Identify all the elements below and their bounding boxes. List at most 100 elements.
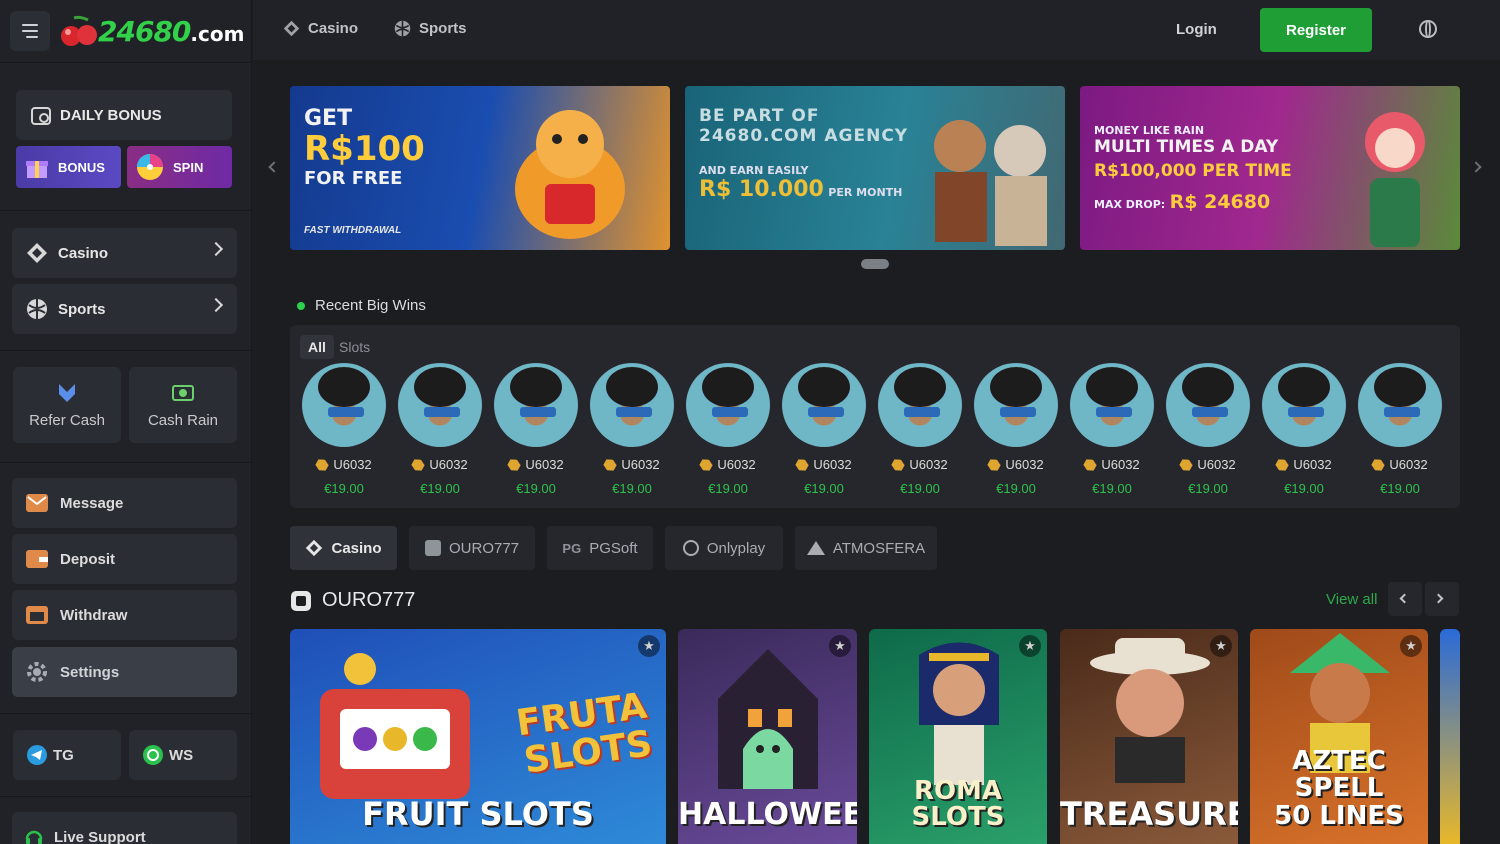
favorite-star-icon[interactable]: ★	[1019, 635, 1041, 657]
withdraw-label: Withdraw	[60, 606, 128, 624]
carousel-pager[interactable]	[861, 259, 889, 269]
globe-icon[interactable]	[1419, 20, 1437, 38]
sidebar-item-deposit[interactable]: Deposit	[12, 534, 237, 584]
cash-rain-tile[interactable]: Cash Rain	[129, 367, 237, 443]
sidebar-item-casino[interactable]: Casino	[12, 228, 237, 278]
register-button[interactable]: Register	[1260, 8, 1372, 52]
whatsapp-icon	[143, 745, 163, 765]
provider-tab-label: Onlyplay	[706, 539, 766, 557]
big-win-item[interactable]: U6032 €19.00	[685, 363, 771, 496]
whatsapp-label: WS	[169, 746, 194, 764]
sidebar-item-settings[interactable]: Settings	[12, 647, 237, 697]
game-card-fruit-slots[interactable]: FRUTA SLOTS FRUIT SLOTS ★	[290, 629, 666, 844]
promo-banner-3[interactable]: MONEY LIKE RAIN MULTI TIMES A DAY R$100,…	[1080, 86, 1460, 250]
promo-banner-1[interactable]: GET R$100 FOR FREE FAST WITHDRAWAL	[290, 86, 670, 250]
message-label: Message	[60, 494, 124, 512]
girl-illustration	[1365, 112, 1425, 247]
game-card-halloween[interactable]: HALLOWEEN ★	[678, 629, 857, 844]
favorite-star-icon[interactable]: ★	[1400, 635, 1422, 657]
game-card-partial[interactable]	[1440, 629, 1460, 844]
site-logo[interactable]: 24680.com	[60, 14, 244, 48]
settings-label: Settings	[60, 663, 120, 681]
avatar	[878, 363, 962, 447]
coin-icon	[1178, 456, 1194, 472]
provider-tab-onlyplay[interactable]: Onlyplay	[665, 526, 783, 570]
win-amount: €19.00	[420, 481, 460, 496]
cherry-icon	[61, 15, 97, 46]
live-support-button[interactable]: Live Support	[12, 812, 237, 844]
ouro777-icon	[424, 540, 441, 556]
game-card-aztec-spell[interactable]: AZTEC SPELL 50 LINES ★	[1250, 629, 1428, 844]
topnav-casino[interactable]: Casino	[283, 20, 358, 37]
game-title: TREASURE	[1060, 795, 1238, 833]
whatsapp-button[interactable]: WS	[129, 730, 237, 780]
big-win-item[interactable]: U6032 €19.00	[301, 363, 387, 496]
refer-cash-label: Refer Cash	[29, 411, 105, 429]
casino-icon	[27, 243, 47, 263]
favorite-star-icon[interactable]: ★	[1210, 635, 1232, 657]
daily-bonus-button[interactable]: DAILY BONUS	[16, 90, 232, 140]
tiger-illustration	[515, 110, 625, 239]
coin-icon	[1082, 456, 1098, 472]
big-win-item[interactable]: U6032 €19.00	[493, 363, 579, 496]
favorite-star-icon[interactable]: ★	[829, 635, 851, 657]
casino-icon	[283, 20, 300, 37]
sidebar: 24680.com DAILY BONUS BONUS SPIN Casino …	[0, 0, 252, 844]
win-amount: €19.00	[996, 481, 1036, 496]
deposit-label: Deposit	[60, 550, 116, 568]
game-card-roma-slots[interactable]: ROMA SLOTS ★	[869, 629, 1047, 844]
big-win-item[interactable]: U6032 €19.00	[1261, 363, 1347, 496]
big-win-item[interactable]: U6032 €19.00	[1357, 363, 1443, 496]
big-win-item[interactable]: U6032 €19.00	[781, 363, 867, 496]
sidebar-item-sports[interactable]: Sports	[12, 284, 237, 334]
wins-tab-slots[interactable]: Slots	[331, 335, 378, 359]
big-win-item[interactable]: U6032 €19.00	[589, 363, 675, 496]
win-user: U6032	[1357, 457, 1443, 472]
live-support-label: Live Support	[54, 828, 146, 844]
provider-tab-casino[interactable]: Casino	[290, 526, 397, 570]
menu-icon[interactable]	[10, 11, 50, 51]
provider-tab-atmosfera[interactable]: ATMOSFERA	[795, 526, 937, 570]
banner-text: FAST WITHDRAWAL	[304, 225, 402, 236]
game-card-treasure[interactable]: TREASURE ★	[1060, 629, 1238, 844]
login-button[interactable]: Login	[1176, 21, 1217, 38]
big-win-item[interactable]: U6032 €19.00	[1069, 363, 1155, 496]
topnav-sports[interactable]: Sports	[394, 20, 467, 37]
spin-button[interactable]: SPIN	[127, 146, 232, 188]
sidebar-header: 24680.com	[0, 0, 251, 62]
games-next-button[interactable]	[1425, 582, 1459, 616]
sidebar-item-withdraw[interactable]: Withdraw	[12, 590, 237, 640]
cleopatra-illustration	[919, 642, 999, 785]
promo-banner-2[interactable]: BE PART OF 24680.COM AGENCY AND EARN EAS…	[685, 86, 1065, 250]
provider-tab-pgsoft[interactable]: PG PGSoft	[547, 526, 653, 570]
carousel-prev-icon[interactable]	[268, 161, 280, 173]
gear-icon	[27, 662, 47, 682]
refer-cash-tile[interactable]: Refer Cash	[13, 367, 121, 443]
big-win-item[interactable]: U6032 €19.00	[1165, 363, 1251, 496]
gift-icon	[26, 161, 48, 178]
gods-illustration	[934, 120, 1047, 246]
view-all-link[interactable]: View all	[1326, 591, 1377, 608]
big-win-item[interactable]: U6032 €19.00	[397, 363, 483, 496]
coin-icon	[1370, 456, 1386, 472]
topnav-casino-label: Casino	[308, 20, 359, 37]
telegram-button[interactable]: TG	[13, 730, 121, 780]
bonus-button[interactable]: BONUS	[16, 146, 121, 188]
provider-tab-ouro777[interactable]: OURO777	[409, 526, 535, 570]
wins-tab-all[interactable]: All	[300, 335, 334, 359]
divider	[0, 62, 252, 63]
big-win-item[interactable]: U6032 €19.00	[973, 363, 1059, 496]
provider-tab-label: OURO777	[448, 539, 520, 557]
favorite-star-icon[interactable]: ★	[638, 635, 660, 657]
sidebar-item-message[interactable]: Message	[12, 478, 237, 528]
big-win-item[interactable]: U6032 €19.00	[877, 363, 963, 496]
win-amount: €19.00	[1380, 481, 1420, 496]
bonus-box: DAILY BONUS BONUS SPIN	[16, 90, 232, 188]
coin-icon	[986, 456, 1002, 472]
envelope-icon	[26, 494, 48, 512]
win-user: U6032	[877, 457, 963, 472]
chevron-right-icon	[208, 241, 224, 257]
carousel-next-icon[interactable]	[1470, 161, 1482, 173]
games-prev-button[interactable]	[1388, 582, 1422, 616]
recent-big-wins-panel: All Slots U6032 €19.00 U6032 €19.00 U6032 €19…	[290, 325, 1460, 508]
